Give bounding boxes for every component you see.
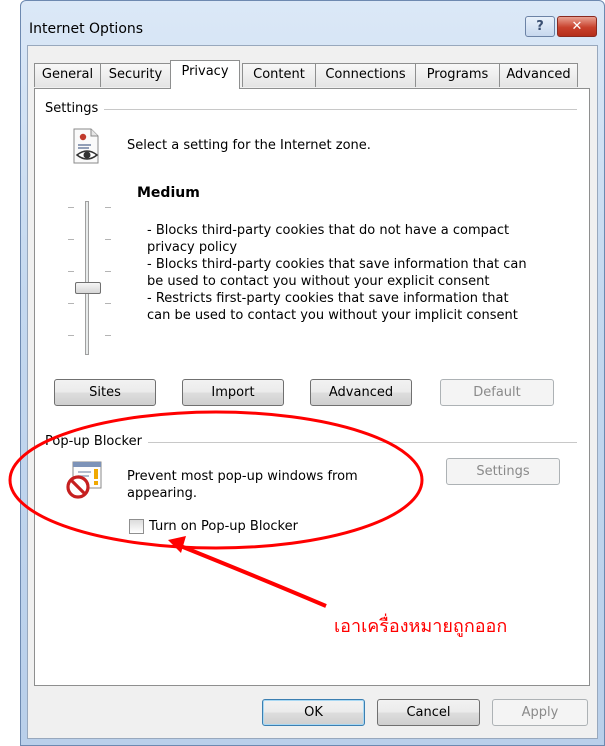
ok-button[interactable]: OK xyxy=(262,699,365,726)
cancel-button[interactable]: Cancel xyxy=(377,699,480,726)
tab-connections[interactable]: Connections xyxy=(315,63,416,87)
popup-blocked-icon xyxy=(66,461,102,499)
popup-settings-button[interactable]: Settings xyxy=(446,458,560,485)
slider-tick xyxy=(68,207,74,208)
default-button[interactable]: Default xyxy=(440,379,554,406)
slider-tick xyxy=(105,303,111,304)
privacy-level-title: Medium xyxy=(137,185,200,201)
desc-line-3: - Blocks third-party cookies that save i… xyxy=(147,257,527,272)
popup-group-label: Pop-up Blocker xyxy=(45,434,148,449)
slider-tick xyxy=(68,303,74,304)
slider-tick xyxy=(105,335,111,336)
privacy-slider-track[interactable] xyxy=(85,201,89,355)
popup-checkbox-label[interactable]: Turn on Pop-up Blocker xyxy=(149,518,298,535)
annotation-note: เอาเครื่องหมายถูกออก xyxy=(334,616,508,637)
popup-desc-line-1: Prevent most pop-up windows from xyxy=(127,469,358,484)
tab-content[interactable]: Content xyxy=(242,63,316,87)
internet-options-window: Internet Options ? ✕ General Security Pr… xyxy=(20,0,605,746)
tab-programs[interactable]: Programs xyxy=(415,63,500,87)
slider-tick xyxy=(105,239,111,240)
settings-intro: Select a setting for the Internet zone. xyxy=(127,138,371,153)
popup-blocker-checkbox[interactable] xyxy=(129,519,144,534)
desc-line-1: - Blocks third-party cookies that do not… xyxy=(147,223,510,238)
help-button[interactable]: ? xyxy=(525,16,555,37)
tab-security[interactable]: Security xyxy=(100,63,171,87)
privacy-slider-thumb[interactable] xyxy=(75,282,101,294)
desc-line-2: privacy policy xyxy=(147,240,238,255)
slider-tick xyxy=(68,335,74,336)
desc-line-6: can be used to contact you without your … xyxy=(147,308,518,323)
slider-tick xyxy=(68,239,74,240)
window-title: Internet Options xyxy=(29,21,144,37)
slider-tick xyxy=(105,207,111,208)
privacy-panel: Settings Select a setting for the Intern… xyxy=(34,88,590,686)
apply-button[interactable]: Apply xyxy=(492,699,588,726)
tab-privacy[interactable]: Privacy xyxy=(170,60,240,89)
advanced-button[interactable]: Advanced xyxy=(310,379,412,406)
slider-tick xyxy=(105,271,111,272)
tab-advanced[interactable]: Advanced xyxy=(499,63,578,87)
close-button[interactable]: ✕ xyxy=(557,16,597,37)
slider-tick xyxy=(68,271,74,272)
desc-line-5: - Restricts first-party cookies that sav… xyxy=(147,291,509,306)
import-button[interactable]: Import xyxy=(182,379,284,406)
privacy-zone-icon xyxy=(73,128,99,164)
tab-general[interactable]: General xyxy=(34,63,101,87)
popup-desc-line-2: appearing. xyxy=(127,486,198,501)
sites-button[interactable]: Sites xyxy=(54,379,156,406)
settings-group-label: Settings xyxy=(45,101,105,116)
dialog-client: General Security Privacy Content Connect… xyxy=(27,45,598,739)
settings-group-line xyxy=(45,109,577,110)
desc-line-4: be used to contact you without your expl… xyxy=(147,274,490,289)
background-strip xyxy=(0,0,20,746)
